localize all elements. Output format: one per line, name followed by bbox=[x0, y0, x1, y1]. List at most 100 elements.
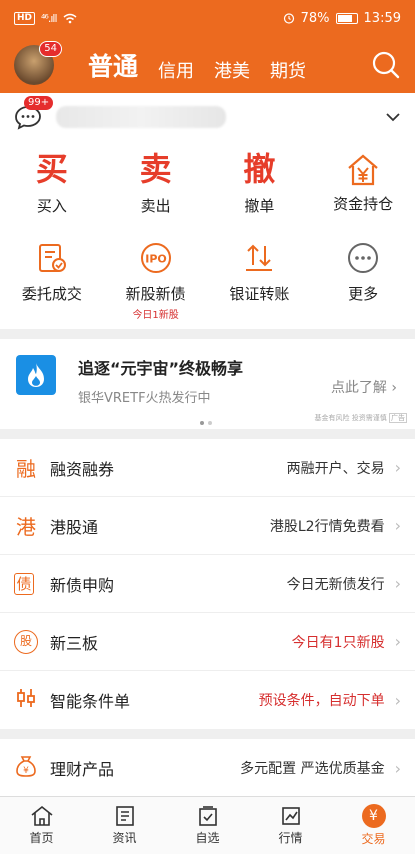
nav-home-label: 首页 bbox=[29, 831, 54, 845]
list-item-conditional-order[interactable]: 智能条件单 预设条件，自动下单 › bbox=[0, 671, 415, 729]
nav-market[interactable]: 行情 bbox=[249, 797, 332, 854]
sell-label: 卖出 bbox=[140, 197, 171, 215]
list-item-desc: 今日有1只新股 bbox=[291, 634, 385, 651]
nav-watchlist-label: 自选 bbox=[195, 831, 220, 845]
fire-icon bbox=[16, 355, 56, 395]
trade-yen-icon: ¥ bbox=[361, 804, 386, 828]
sell-button[interactable]: 卖 卖出 bbox=[104, 147, 208, 235]
hk-icon: 港 bbox=[16, 515, 36, 539]
margin-icon: 融 bbox=[16, 457, 36, 481]
ipo-icon: IPO bbox=[137, 239, 175, 277]
battery-percent: 78% bbox=[300, 10, 330, 26]
buy-glyph: 买 bbox=[35, 150, 68, 188]
transfer-label: 银证转账 bbox=[229, 285, 290, 303]
banner-subtitle: 银华VRETF火热发行中 bbox=[78, 391, 211, 406]
bond-icon: 债 bbox=[14, 572, 34, 595]
nav-home[interactable]: 首页 bbox=[0, 797, 83, 854]
banner-title: 追逐“元宇宙”终极畅享 bbox=[78, 359, 244, 378]
services-list: 融 融资融券 两融开户、交易 › 港 港股通 港股L2行情免费看 › 债 新债申… bbox=[0, 439, 415, 729]
list-item-margin-trading[interactable]: 融 融资融券 两融开户、交易 › bbox=[0, 439, 415, 497]
banner-link-text: 点此了解 bbox=[330, 380, 387, 396]
alarm-icon bbox=[283, 13, 294, 24]
battery-icon bbox=[335, 12, 358, 24]
list-item-desc: 预设条件，自动下单 bbox=[258, 693, 385, 709]
ipo-button[interactable]: IPO 新股新债 今日1新股 bbox=[104, 235, 208, 329]
list-item-hk-connect[interactable]: 港 港股通 港股L2行情免费看 › bbox=[0, 497, 415, 555]
sell-glyph: 卖 bbox=[139, 150, 172, 188]
chevron-down-icon[interactable] bbox=[385, 112, 401, 122]
buy-label: 买入 bbox=[36, 197, 67, 215]
more-button[interactable]: 更多 bbox=[311, 235, 415, 329]
list-item-name: 新三板 bbox=[50, 633, 99, 653]
promo-banner[interactable]: 追逐“元宇宙”终极畅享 银华VRETF火热发行中 点此了解 › 基金有风险 投资… bbox=[0, 339, 415, 429]
hd-indicator: HD bbox=[14, 11, 36, 25]
chevron-right-icon: › bbox=[394, 758, 401, 778]
tab-normal[interactable]: 普通 bbox=[88, 47, 138, 83]
finance-section: ¥ 理财产品 多元配置 严选优质基金 › bbox=[0, 739, 415, 797]
list-item-name: 新债申购 bbox=[50, 575, 115, 595]
trade-grid: 买 买入 卖 卖出 撤 撤单 资金持仓 委托成交 IPO 新股新债 今日1新股 … bbox=[0, 141, 415, 329]
notification-badge: 54 bbox=[39, 40, 62, 57]
nav-news[interactable]: 资讯 bbox=[83, 797, 166, 854]
signal-icon: ⁴⁶.ıll bbox=[41, 11, 58, 25]
buy-button[interactable]: 买 买入 bbox=[0, 147, 104, 235]
list-item-wealth-products[interactable]: ¥ 理财产品 多元配置 严选优质基金 › bbox=[0, 739, 415, 797]
chevron-right-icon: › bbox=[394, 574, 401, 593]
wifi-icon bbox=[63, 13, 76, 23]
funds-positions-button[interactable]: 资金持仓 bbox=[311, 147, 415, 235]
list-item-name: 智能条件单 bbox=[50, 692, 131, 711]
tab-futures[interactable]: 期货 bbox=[270, 57, 306, 83]
cancel-glyph: 撤 bbox=[243, 150, 276, 188]
carousel-dots bbox=[200, 421, 212, 425]
watchlist-icon bbox=[198, 806, 217, 826]
share-icon: 股 bbox=[14, 629, 38, 654]
orders-label: 委托成交 bbox=[21, 285, 82, 303]
list-item-desc: 今日无新债发行 bbox=[286, 576, 385, 593]
nav-trade-label: 交易 bbox=[361, 832, 386, 846]
ipo-sub: 今日1新股 bbox=[132, 310, 179, 321]
message-button[interactable]: 99+ bbox=[14, 96, 54, 130]
list-item-name: 港股通 bbox=[50, 517, 99, 537]
condition-order-icon bbox=[14, 687, 38, 714]
nav-market-label: 行情 bbox=[278, 831, 303, 845]
chevron-right-icon: › bbox=[394, 690, 401, 710]
tab-hk-us[interactable]: 港美 bbox=[214, 57, 250, 83]
market-icon bbox=[281, 807, 300, 825]
chevron-right-icon: › bbox=[394, 458, 401, 477]
nav-news-label: 资讯 bbox=[112, 831, 137, 845]
chevron-right-icon: › bbox=[394, 632, 401, 651]
header: HD ⁴⁶.ıll 78% 13:59 54 普通 信用 港美 期货 bbox=[0, 0, 415, 93]
list-item-desc: 港股L2行情免费看 bbox=[269, 518, 385, 535]
yen-house-icon bbox=[344, 151, 382, 189]
status-bar: HD ⁴⁶.ıll 78% 13:59 bbox=[0, 0, 415, 36]
account-selector[interactable]: 99+ bbox=[0, 93, 415, 141]
order-icon bbox=[33, 239, 71, 277]
avatar[interactable]: 54 bbox=[14, 40, 62, 85]
list-item-neeq[interactable]: 股 新三板 今日有1只新股 › bbox=[0, 613, 415, 671]
home-icon bbox=[31, 805, 52, 826]
cancel-order-button[interactable]: 撤 撤单 bbox=[208, 147, 312, 235]
list-item-bond-subscription[interactable]: 债 新债申购 今日无新债发行 › bbox=[0, 555, 415, 613]
more-icon bbox=[344, 239, 382, 277]
message-badge: 99+ bbox=[24, 96, 54, 110]
cancel-label: 撤单 bbox=[244, 197, 275, 215]
list-item-desc: 多元配置 严选优质基金 bbox=[240, 761, 385, 777]
ipo-label: 新股新债 bbox=[125, 285, 186, 303]
nav-watchlist[interactable]: 自选 bbox=[166, 797, 249, 854]
funds-label: 资金持仓 bbox=[333, 195, 394, 213]
banner-link[interactable]: 点此了解 › bbox=[331, 377, 397, 397]
bank-transfer-button[interactable]: 银证转账 bbox=[208, 235, 312, 329]
chevron-right-icon: › bbox=[394, 516, 401, 535]
list-item-desc: 两融开户、交易 bbox=[286, 460, 385, 477]
orders-fills-button[interactable]: 委托成交 bbox=[0, 235, 104, 329]
news-icon bbox=[115, 806, 134, 826]
tab-credit[interactable]: 信用 bbox=[158, 57, 194, 83]
clock: 13:59 bbox=[363, 10, 401, 26]
search-icon[interactable] bbox=[371, 50, 401, 80]
account-name-blurred bbox=[56, 106, 226, 128]
money-bag-icon: ¥ bbox=[14, 754, 38, 783]
more-label: 更多 bbox=[348, 285, 379, 303]
money-bag-icon-text: ¥ bbox=[23, 766, 29, 776]
ipo-icon-text: IPO bbox=[145, 253, 167, 266]
nav-trade[interactable]: ¥ 交易 bbox=[332, 797, 415, 854]
